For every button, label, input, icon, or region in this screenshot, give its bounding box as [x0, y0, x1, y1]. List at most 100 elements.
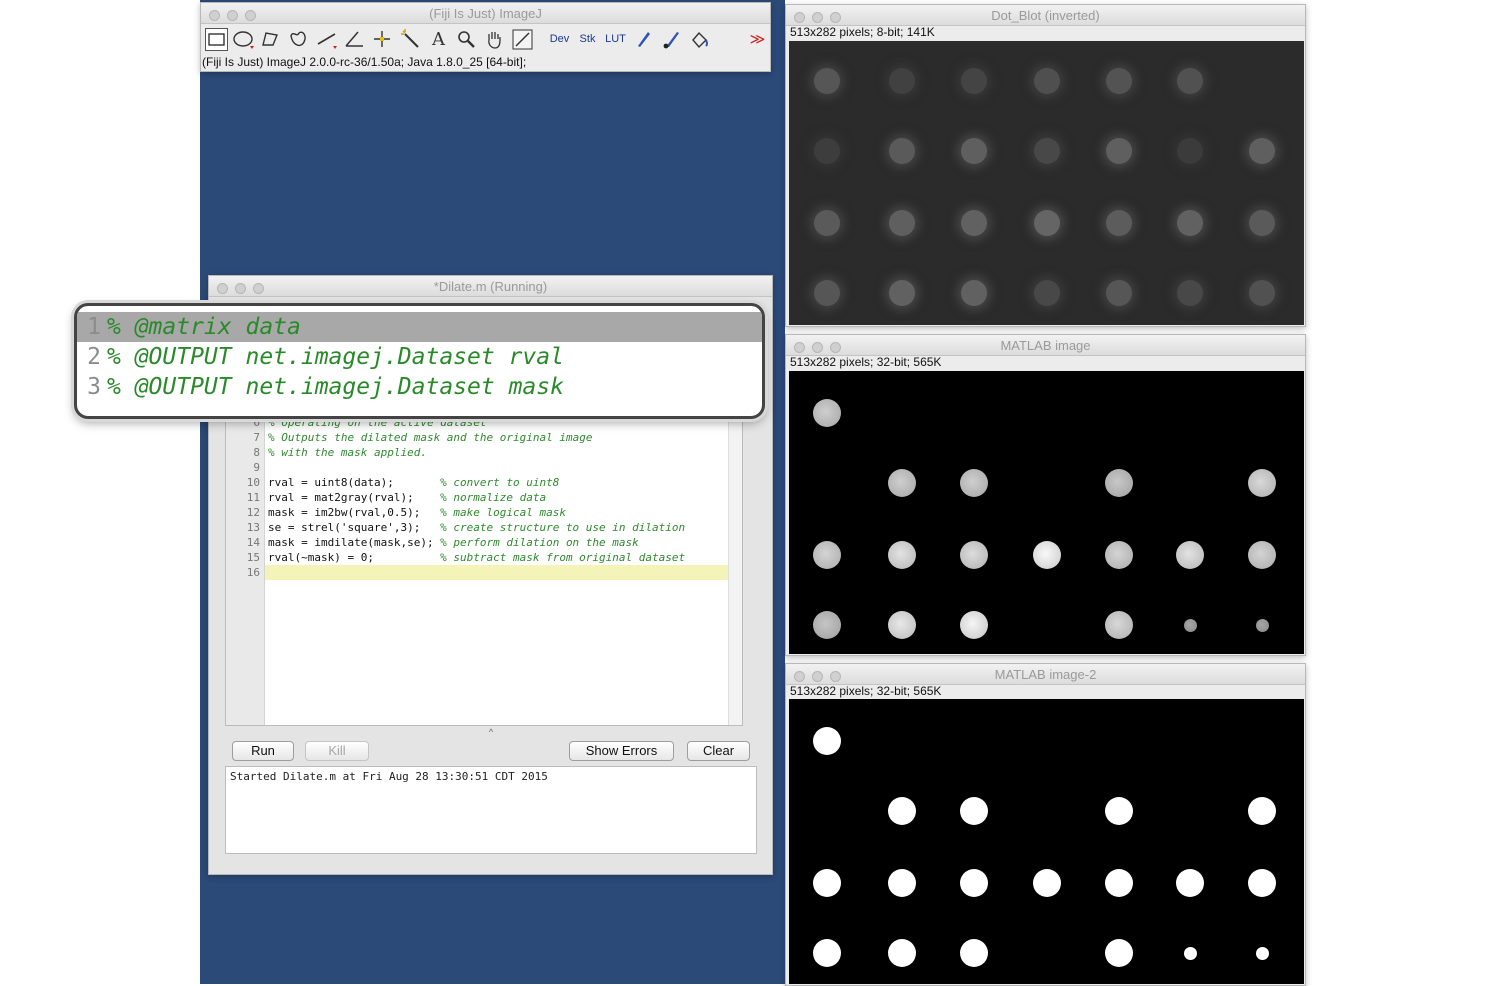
dot-blot-image[interactable] — [789, 41, 1304, 325]
code-line: mask = im2bw(rval,0.5); — [268, 506, 441, 519]
run-button[interactable]: Run — [232, 741, 294, 761]
image-info: 513x282 pixels; 32-bit; 565K — [790, 355, 942, 369]
dropper-icon — [512, 29, 533, 50]
blot-dot — [814, 68, 840, 94]
blot-dot — [889, 210, 915, 236]
kill-button[interactable]: Kill — [305, 741, 369, 761]
code-line: rval(~mask) = 0; — [268, 551, 441, 564]
blot-dot — [814, 280, 840, 306]
show-errors-button[interactable]: Show Errors — [569, 741, 674, 761]
editor-titlebar[interactable]: *Dilate.m (Running) — [209, 276, 772, 297]
matlab-image-canvas[interactable] — [789, 371, 1304, 654]
stk-menu-tool[interactable]: Stk — [576, 28, 599, 51]
dot-blot-titlebar[interactable]: Dot_Blot (inverted) — [786, 5, 1305, 26]
blot-dot — [1034, 68, 1060, 94]
code-line: se = strel('square',3); — [268, 521, 441, 534]
blot-dot — [1248, 869, 1276, 897]
blot-dot — [1248, 541, 1276, 569]
color-picker-tool[interactable] — [511, 28, 534, 51]
matlab-image-2-canvas[interactable] — [789, 699, 1304, 984]
code-comment: % make logical mask — [440, 506, 566, 519]
stk-label: Stk — [579, 33, 596, 45]
line-number: 8 — [253, 446, 260, 459]
more-tools-button[interactable]: ≫ — [746, 28, 769, 51]
blot-dot — [1177, 280, 1203, 306]
blot-dot — [1033, 869, 1061, 897]
pencil-tool[interactable] — [632, 28, 655, 51]
hand-icon — [488, 32, 501, 49]
lut-label: LUT — [605, 33, 626, 45]
blot-dot — [813, 611, 841, 639]
vertical-scrollbar[interactable] — [728, 413, 742, 725]
matlab-image-titlebar[interactable]: MATLAB image — [786, 335, 1305, 356]
callout-line-2: 2% @OUTPUT net.imagej.Dataset rval — [77, 342, 762, 372]
code-comment: % @OUTPUT net.imagej.Dataset mask — [107, 374, 564, 400]
blot-dot — [1105, 939, 1133, 967]
blot-dot — [1249, 280, 1275, 306]
code-comment: % create structure to use in dilation — [440, 521, 686, 534]
blot-dot — [960, 797, 988, 825]
image-info: 513x282 pixels; 32-bit; 565K — [790, 684, 942, 698]
blot-dot — [1177, 138, 1203, 164]
point-tool[interactable] — [371, 28, 394, 51]
rectangle-icon — [208, 33, 225, 46]
rectangle-tool[interactable] — [205, 28, 228, 51]
line-icon — [317, 33, 337, 49]
line-number: 3 — [87, 374, 101, 400]
blot-dot — [1183, 618, 1197, 632]
line-number: 12 — [246, 506, 260, 519]
window-title: MATLAB image — [1000, 338, 1091, 353]
code-comment: % @matrix data — [107, 314, 301, 340]
blot-dot — [1183, 946, 1197, 960]
flood-fill-tool[interactable] — [688, 28, 711, 51]
line-number: 15 — [246, 551, 260, 564]
dev-menu-tool[interactable]: Dev — [548, 28, 571, 51]
hand-tool[interactable] — [483, 28, 506, 51]
wand-tool[interactable] — [399, 28, 422, 51]
lut-menu-tool[interactable]: LUT — [604, 28, 627, 51]
line-number: 1 — [87, 314, 101, 340]
image-info: 513x282 pixels; 8-bit; 141K — [790, 25, 935, 39]
polygon-tool[interactable] — [259, 28, 282, 51]
magnifier-icon — [458, 31, 475, 48]
text-tool[interactable]: A — [427, 28, 450, 51]
blot-dot — [1105, 797, 1133, 825]
blot-dot — [960, 611, 988, 639]
code-comment: % Outputs the dilated mask and the origi… — [268, 431, 593, 444]
blot-dot — [889, 138, 915, 164]
angle-tool[interactable] — [343, 28, 366, 51]
split-pane-divider[interactable]: ^ — [225, 728, 757, 737]
line-number: 11 — [246, 491, 260, 504]
angle-icon — [345, 31, 363, 47]
imagej-titlebar[interactable]: (Fiji Is Just) ImageJ — [201, 3, 770, 24]
line-number: 2 — [87, 344, 101, 370]
code-editor[interactable]: 6% operating on the active dataset 7% Out… — [225, 412, 743, 726]
blot-dot — [1034, 138, 1060, 164]
blot-dot — [961, 68, 987, 94]
code-line: mask = imdilate(mask,se); — [268, 536, 441, 549]
blot-dot — [888, 611, 916, 639]
brush-icon — [663, 32, 679, 49]
blot-dot — [889, 68, 915, 94]
blot-dot — [888, 469, 916, 497]
blot-dot — [1105, 869, 1133, 897]
code-line: rval = uint8(data); — [268, 476, 441, 489]
clear-button[interactable]: Clear — [687, 741, 750, 761]
zoom-tool[interactable] — [455, 28, 478, 51]
line-tool[interactable] — [315, 28, 338, 51]
brush-tool[interactable] — [660, 28, 683, 51]
blot-dot — [1106, 280, 1132, 306]
blot-dot — [1255, 618, 1269, 632]
matlab-image-2-titlebar[interactable]: MATLAB image-2 — [786, 664, 1305, 685]
blot-dot — [960, 939, 988, 967]
code-comment: % @OUTPUT net.imagej.Dataset rval — [107, 344, 564, 370]
pencil-icon — [638, 32, 650, 47]
dot-blot-window: Dot_Blot (inverted) 513x282 pixels; 8-bi… — [785, 4, 1306, 327]
wand-icon — [401, 29, 419, 48]
freehand-tool[interactable] — [287, 28, 310, 51]
blot-dot — [960, 541, 988, 569]
blot-dot — [960, 869, 988, 897]
blot-dot — [1176, 541, 1204, 569]
blot-dot — [888, 541, 916, 569]
oval-tool[interactable] — [232, 28, 255, 51]
